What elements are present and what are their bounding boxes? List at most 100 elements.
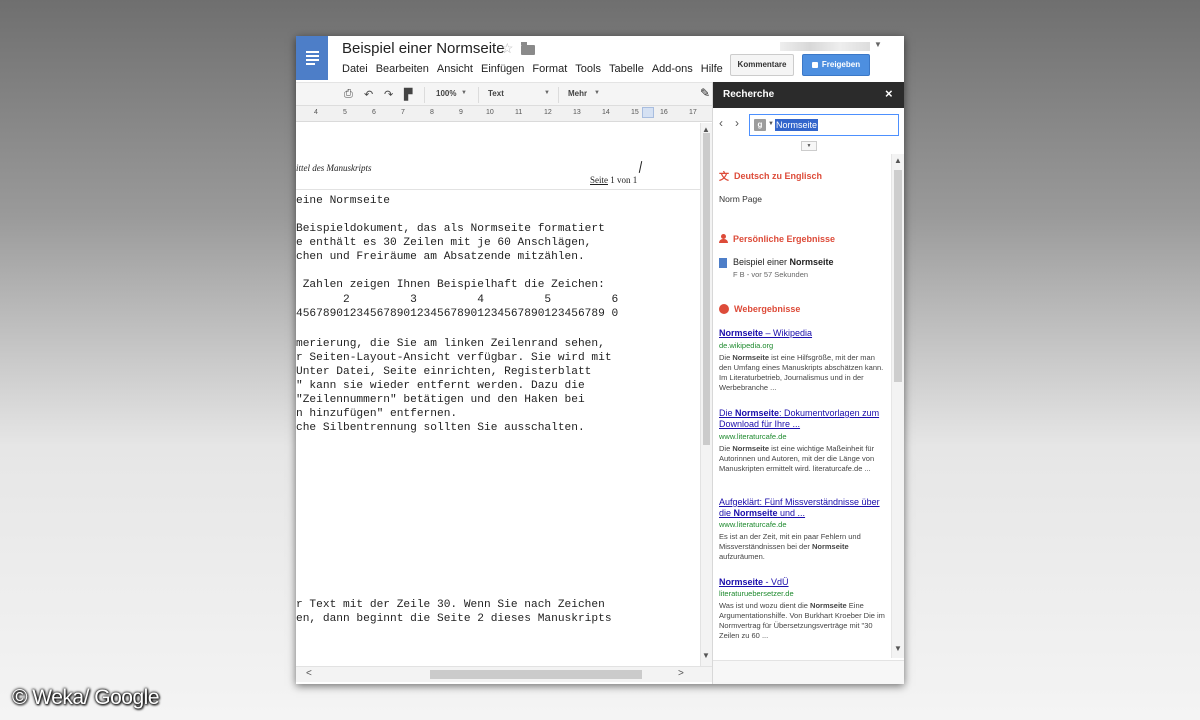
- web-results-heading-label: Webergebnisse: [734, 304, 801, 314]
- document-line[interactable]: en, dann beginnt die Seite 2 dieses Manu…: [296, 613, 612, 625]
- back-icon[interactable]: ‹: [719, 116, 723, 130]
- undo-icon[interactable]: ↶: [364, 88, 373, 101]
- document-line[interactable]: merierung, die Sie am linken Zeilenrand …: [296, 338, 605, 350]
- menu-datei[interactable]: Datei: [342, 63, 368, 75]
- google-icon[interactable]: g: [754, 119, 766, 131]
- scrollbar-thumb[interactable]: [703, 133, 710, 445]
- document-line[interactable]: r Seiten-Layout-Ansicht verfügbar. Sie w…: [296, 352, 612, 364]
- style-select[interactable]: Text: [488, 89, 504, 98]
- scroll-down-icon[interactable]: ▼: [702, 651, 710, 660]
- scroll-down-icon[interactable]: ▼: [894, 644, 902, 653]
- document-line[interactable]: Zahlen zeigen Ihnen Beispielhaft die Zei…: [296, 279, 605, 291]
- web-result-snippet: Die Normseite ist eine Hilfsgröße, mit d…: [719, 353, 889, 393]
- scroll-right-icon[interactable]: >: [678, 668, 684, 679]
- web-result-title-bold: Normseite: [735, 408, 780, 418]
- research-scrollbar-thumb[interactable]: [894, 170, 902, 382]
- more-caret-icon[interactable]: ▼: [594, 90, 600, 96]
- document-line[interactable]: Unter Datei, Seite einrichten, Registerb…: [296, 366, 591, 378]
- paint-format-icon[interactable]: ▛: [404, 88, 412, 101]
- scroll-left-icon[interactable]: <: [306, 668, 312, 679]
- zoom-select[interactable]: 100%: [436, 89, 456, 98]
- menu-format[interactable]: Format: [532, 63, 567, 75]
- ruler-number: 14: [602, 109, 610, 116]
- horizontal-scrollbar[interactable]: < >: [296, 666, 712, 682]
- web-result-title-link[interactable]: Normseite – Wikipedia: [719, 328, 883, 339]
- document-title[interactable]: Beispiel einer Normseite: [342, 40, 505, 57]
- menu-einfuegen[interactable]: Einfügen: [481, 63, 524, 75]
- docs-file-icon: [719, 258, 727, 268]
- personal-result-title-plain: Beispiel einer: [733, 257, 790, 267]
- close-icon[interactable]: ×: [885, 86, 893, 101]
- personal-results-heading: Persönliche Ergebnisse: [719, 234, 835, 244]
- document-line[interactable]: " kann sie wieder entfernt werden. Dazu …: [296, 380, 585, 392]
- web-result-title-text: und ...: [777, 508, 806, 518]
- zoom-caret-icon[interactable]: ▼: [461, 90, 467, 96]
- menu-hilfe[interactable]: Hilfe: [701, 63, 723, 75]
- search-type-caret-icon[interactable]: ▼: [768, 121, 774, 127]
- page-number-rest: 1 von 1: [608, 175, 638, 185]
- style-caret-icon[interactable]: ▼: [544, 90, 550, 96]
- document-page[interactable]: ittel des Manuskripts Seite 1 von 1 eine…: [296, 123, 700, 666]
- more-menu[interactable]: Mehr: [568, 89, 587, 98]
- account-name[interactable]: [780, 42, 870, 51]
- web-result-title-bold: Normseite: [719, 577, 764, 587]
- web-result-title-link[interactable]: Normseite - VdÜ: [719, 577, 883, 588]
- web-result-title-link[interactable]: Aufgeklärt: Fünf Missverständnisse über …: [719, 497, 883, 519]
- print-icon[interactable]: ⎙: [344, 88, 353, 101]
- share-button[interactable]: Freigeben: [802, 54, 870, 76]
- research-search-input[interactable]: g ▼ Normseite: [749, 114, 899, 136]
- document-line[interactable]: r Text mit der Zeile 30. Wenn Sie nach Z…: [296, 599, 605, 611]
- document-line[interactable]: n hinzufügen" entfernen.: [296, 408, 457, 420]
- ruler[interactable]: 4 5 6 7 8 9 10 11 12 13 14 15 16 17: [296, 106, 712, 122]
- ruler-number: 15: [631, 109, 639, 116]
- menu-tabelle[interactable]: Tabelle: [609, 63, 644, 75]
- folder-icon[interactable]: [521, 42, 535, 55]
- forward-icon[interactable]: ›: [735, 116, 739, 130]
- docs-logo-icon[interactable]: [296, 36, 328, 80]
- search-query[interactable]: Normseite: [775, 119, 819, 131]
- document-scrollbar[interactable]: ▲ ▼: [700, 123, 712, 666]
- chevron-down-icon[interactable]: ▼: [874, 40, 882, 49]
- web-result-title-bold: Normseite: [733, 508, 778, 518]
- web-result-snippet-text: aufzuräumen.: [719, 552, 765, 561]
- translation-result[interactable]: Norm Page: [719, 194, 762, 204]
- document-line[interactable]: 4567890123456789012345678901234567890123…: [296, 308, 618, 320]
- document-line[interactable]: 2 3 4 5 6: [296, 294, 618, 306]
- web-result-snippet-bold: Normseite: [732, 444, 770, 453]
- scroll-up-icon[interactable]: ▲: [894, 156, 902, 165]
- pencil-icon[interactable]: ✎: [700, 86, 710, 100]
- document-line[interactable]: "Zeilennummern" betätigen und den Haken …: [296, 394, 585, 406]
- document-line[interactable]: Beispieldokument, das als Normseite form…: [296, 223, 605, 235]
- research-panel: Recherche × ‹ › g ▼ Normseite ▼ 文 Deutsc…: [712, 82, 904, 684]
- right-indent-marker[interactable]: [642, 107, 654, 118]
- document-line[interactable]: eine Normseite: [296, 195, 390, 207]
- ruler-number: 11: [515, 109, 523, 116]
- toolbar-divider: [424, 87, 425, 103]
- web-result-title-link[interactable]: Die Normseite: Dokumentvorlagen zum Down…: [719, 408, 883, 430]
- menu-bar: Datei Bearbeiten Ansicht Einfügen Format…: [342, 63, 723, 75]
- document-line[interactable]: chen und Freiräume am Absatzende mitzähl…: [296, 251, 585, 263]
- star-icon[interactable]: ☆: [501, 40, 514, 57]
- redo-icon[interactable]: ↷: [384, 88, 393, 101]
- menu-ansicht[interactable]: Ansicht: [437, 63, 473, 75]
- menu-tools[interactable]: Tools: [575, 63, 601, 75]
- ruler-number: 8: [430, 109, 434, 116]
- web-result-snippet-text: Die: [719, 353, 733, 362]
- running-header: ittel des Manuskripts: [296, 163, 372, 173]
- web-result-title-text: Die: [719, 408, 736, 418]
- page-number: Seite 1 von 1: [590, 175, 637, 185]
- document-line[interactable]: e enthält es 30 Zeilen mit je 60 Anschlä…: [296, 237, 591, 249]
- web-result-url: www.literaturcafe.de: [719, 520, 787, 529]
- ruler-number: 10: [486, 109, 494, 116]
- page-number-word: Seite: [590, 175, 608, 185]
- menu-bearbeiten[interactable]: Bearbeiten: [376, 63, 429, 75]
- research-scrollbar[interactable]: ▲ ▼: [891, 154, 904, 658]
- menu-add-ons[interactable]: Add-ons: [652, 63, 693, 75]
- comments-button[interactable]: Kommentare: [730, 54, 794, 76]
- document-line[interactable]: che Silbentrennung sollten Sie ausschalt…: [296, 422, 585, 434]
- personal-result-title[interactable]: Beispiel einer Normseite: [733, 257, 834, 267]
- horizontal-scrollbar-thumb[interactable]: [430, 670, 642, 679]
- web-results-heading: Webergebnisse: [719, 304, 800, 314]
- search-options-toggle[interactable]: ▼: [801, 141, 817, 151]
- docs-window: Beispiel einer Normseite ☆ Datei Bearbei…: [296, 36, 904, 684]
